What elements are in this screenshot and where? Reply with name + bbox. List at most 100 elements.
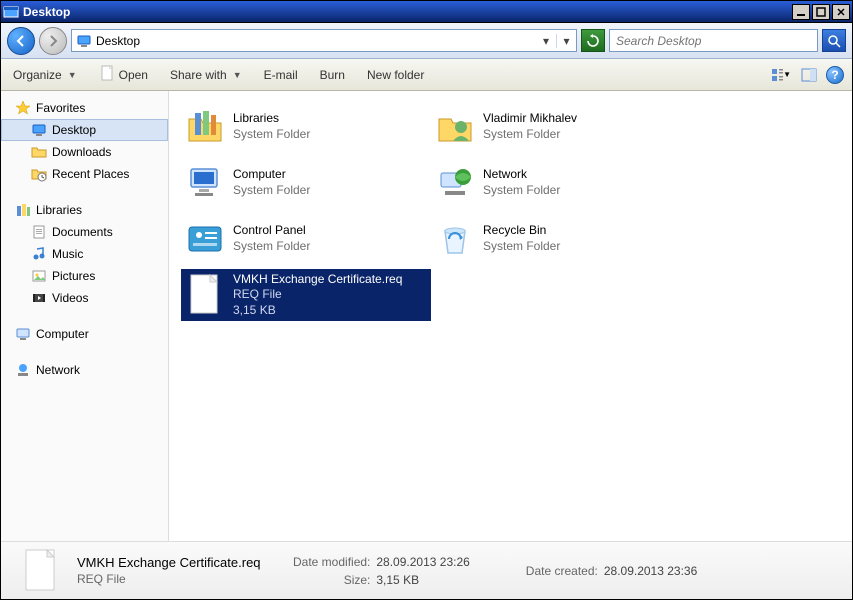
computer-icon — [183, 161, 227, 205]
address-text: Desktop — [96, 34, 536, 48]
item-type: REQ File — [233, 287, 402, 303]
sidebar-item-pictures[interactable]: Pictures — [1, 265, 168, 287]
details-pane: VMKH Exchange Certificate.req REQ File D… — [1, 541, 852, 599]
details-size-label: Size: — [293, 573, 370, 587]
sidebar-item-label: Pictures — [52, 269, 95, 283]
help-button[interactable]: ? — [826, 66, 844, 84]
item-libraries[interactable]: LibrariesSystem Folder — [181, 101, 431, 153]
sidebar-item-label: Music — [52, 247, 83, 261]
network-icon — [433, 161, 477, 205]
change-view-button[interactable]: ▼ — [770, 64, 792, 86]
libraries-header[interactable]: Libraries — [1, 199, 168, 221]
item-name: Vladimir Mikhalev — [483, 111, 577, 127]
item-type: System Folder — [483, 183, 560, 199]
details-created-label: Date created: — [526, 564, 598, 578]
burn-button[interactable]: Burn — [316, 65, 349, 85]
details-modified: 28.09.2013 23:26 — [376, 555, 469, 569]
navigation-pane: Favorites Desktop Downloads Recent Place… — [1, 91, 169, 541]
network-header[interactable]: Network — [1, 359, 168, 381]
back-button[interactable] — [7, 27, 35, 55]
sidebar-item-label: Downloads — [52, 145, 111, 159]
sidebar-item-recent[interactable]: Recent Places — [1, 163, 168, 185]
organize-button[interactable]: Organize ▼ — [9, 65, 81, 85]
close-button[interactable] — [832, 4, 850, 20]
sidebar-item-label: Desktop — [52, 123, 96, 137]
email-button[interactable]: E-mail — [260, 65, 302, 85]
file-list[interactable]: LibrariesSystem Folder Vladimir Mikhalev… — [169, 91, 852, 541]
chevron-down-icon: ▼ — [68, 70, 77, 80]
organize-label: Organize — [13, 68, 62, 82]
burn-label: Burn — [320, 68, 345, 82]
search-input[interactable] — [610, 34, 817, 48]
videos-icon — [31, 290, 47, 306]
item-control-panel[interactable]: Control PanelSystem Folder — [181, 213, 431, 265]
forward-button[interactable] — [39, 27, 67, 55]
sidebar-item-downloads[interactable]: Downloads — [1, 141, 168, 163]
file-icon — [99, 65, 115, 84]
item-user[interactable]: Vladimir MikhalevSystem Folder — [431, 101, 681, 153]
sidebar-item-documents[interactable]: Documents — [1, 221, 168, 243]
sidebar-item-desktop[interactable]: Desktop — [1, 119, 168, 141]
chevron-down-icon: ▼ — [783, 70, 791, 79]
desktop-icon — [76, 33, 92, 49]
item-recycle-bin[interactable]: Recycle BinSystem Folder — [431, 213, 681, 265]
item-name: Recycle Bin — [483, 223, 560, 239]
network-label: Network — [36, 363, 80, 377]
search-box[interactable] — [609, 29, 818, 52]
item-type: System Folder — [233, 127, 310, 143]
computer-header[interactable]: Computer — [1, 323, 168, 345]
details-size: 3,15 KB — [376, 573, 469, 587]
maximize-button[interactable] — [812, 4, 830, 20]
navigation-bar: Desktop ▾ ▾ — [1, 23, 852, 59]
file-icon — [21, 547, 61, 595]
details-created: 28.09.2013 23:36 — [604, 564, 697, 578]
libraries-icon — [183, 105, 227, 149]
star-icon — [15, 100, 31, 116]
share-button[interactable]: Share with▼ — [166, 65, 246, 85]
recycle-bin-icon — [433, 217, 477, 261]
item-req-file[interactable]: VMKH Exchange Certificate.req REQ File 3… — [181, 269, 431, 321]
computer-icon — [15, 326, 31, 342]
sidebar-item-label: Videos — [52, 291, 88, 305]
newfolder-label: New folder — [367, 68, 424, 82]
minimize-button[interactable] — [792, 4, 810, 20]
recent-icon — [31, 166, 47, 182]
toolbar: Organize▼ Open Share with▼ E-mail Burn N… — [1, 59, 852, 91]
file-icon — [183, 273, 227, 317]
libraries-label: Libraries — [36, 203, 82, 217]
open-label: Open — [119, 68, 148, 82]
address-history-dropdown-icon[interactable]: ▾ — [556, 34, 572, 48]
window-icon — [3, 4, 19, 20]
sidebar-item-videos[interactable]: Videos — [1, 287, 168, 309]
item-computer[interactable]: ComputerSystem Folder — [181, 157, 431, 209]
favorites-label: Favorites — [36, 101, 85, 115]
desktop-icon — [31, 122, 47, 138]
item-network[interactable]: NetworkSystem Folder — [431, 157, 681, 209]
item-name: Libraries — [233, 111, 310, 127]
item-size: 3,15 KB — [233, 303, 402, 319]
pictures-icon — [31, 268, 47, 284]
search-button[interactable] — [822, 29, 846, 52]
item-name: Computer — [233, 167, 310, 183]
details-name: VMKH Exchange Certificate.req — [77, 555, 277, 570]
documents-icon — [31, 224, 47, 240]
item-type: System Folder — [233, 183, 310, 199]
folder-icon — [31, 144, 47, 160]
item-type: System Folder — [483, 127, 577, 143]
item-name: Control Panel — [233, 223, 310, 239]
network-icon — [15, 362, 31, 378]
address-dropdown-icon[interactable]: ▾ — [540, 34, 552, 48]
share-label: Share with — [170, 68, 227, 82]
sidebar-item-label: Documents — [52, 225, 113, 239]
address-bar[interactable]: Desktop ▾ ▾ — [71, 29, 577, 52]
user-folder-icon — [433, 105, 477, 149]
new-folder-button[interactable]: New folder — [363, 65, 428, 85]
open-button[interactable]: Open — [95, 62, 152, 87]
email-label: E-mail — [264, 68, 298, 82]
preview-pane-button[interactable] — [798, 64, 820, 86]
refresh-button[interactable] — [581, 29, 605, 52]
libraries-icon — [15, 202, 31, 218]
item-name: VMKH Exchange Certificate.req — [233, 272, 402, 288]
favorites-header[interactable]: Favorites — [1, 97, 168, 119]
sidebar-item-music[interactable]: Music — [1, 243, 168, 265]
